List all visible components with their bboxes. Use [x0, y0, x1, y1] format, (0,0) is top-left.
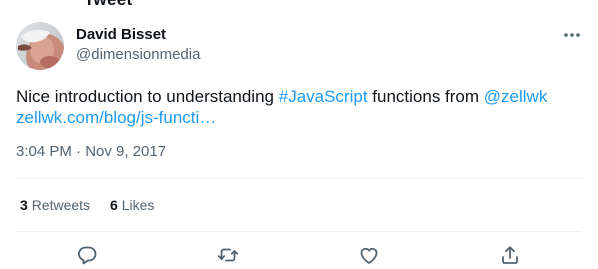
share-button[interactable] — [499, 244, 521, 266]
hashtag-link[interactable]: #JavaScript — [279, 87, 368, 106]
avatar-photo — [16, 22, 64, 70]
author-handle[interactable]: @dimensionmedia — [76, 46, 200, 64]
retweet-icon — [217, 248, 239, 262]
avatar[interactable] — [16, 22, 64, 70]
retweet-button[interactable] — [217, 244, 239, 266]
more-dots-icon — [564, 33, 580, 37]
likes-stat[interactable]: 6 Likes — [110, 196, 154, 214]
author-name[interactable]: David Bisset — [76, 26, 166, 44]
share-icon — [502, 246, 518, 264]
divider — [16, 231, 582, 232]
engagement-stats: 3 Retweets 6 Likes — [20, 196, 154, 214]
reply-button[interactable] — [76, 244, 98, 266]
tweet-text-part: Nice introduction to understanding — [16, 87, 279, 106]
retweets-label: Retweets — [31, 197, 91, 213]
more-options-button[interactable] — [560, 24, 584, 46]
heart-icon — [360, 247, 378, 264]
retweets-count: 3 — [20, 197, 28, 213]
tweet-card: Tweet David Bisset @dimensionmedia N — [0, 0, 598, 269]
likes-count: 6 — [110, 197, 118, 213]
reply-icon — [78, 246, 97, 265]
page-title: Tweet — [84, 0, 132, 10]
tweet-timestamp[interactable]: 3:04 PM · Nov 9, 2017 — [16, 142, 166, 162]
like-button[interactable] — [358, 244, 380, 266]
mention-link[interactable]: @zellwk — [484, 87, 548, 106]
divider — [16, 178, 582, 179]
tweet-text-part: functions from — [367, 87, 484, 106]
tweet-text: Nice introduction to understanding #Java… — [16, 86, 582, 128]
likes-label: Likes — [121, 197, 155, 213]
retweets-stat[interactable]: 3 Retweets — [20, 196, 90, 214]
url-link[interactable]: zellwk.com/blog/js-functi… — [16, 108, 216, 127]
